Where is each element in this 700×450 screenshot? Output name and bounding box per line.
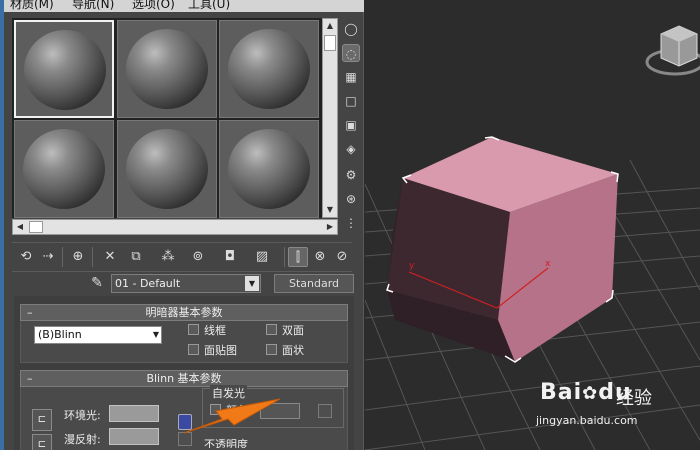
diffuse-label: 漫反射: [64,433,101,446]
ambient-color-swatch[interactable] [109,405,159,422]
wire-checkbox[interactable]: 线框 [188,324,226,338]
paw-icon: ✿ [582,383,599,404]
make-copy-icon[interactable]: ⧉ [126,247,146,267]
make-preview-icon[interactable]: ◈ [342,140,360,158]
sample-uv-tiling-icon[interactable]: □ [342,92,360,110]
faceted-checkbox[interactable]: 面状 [266,344,304,358]
menu-options[interactable]: 选项(O) [132,0,175,12]
sample-sphere [23,129,105,209]
menu-material[interactable]: 材质(M) [10,0,54,12]
show-end-result-icon[interactable]: ⫿ [288,247,308,267]
blinn-rollout-title: Blinn 基本参数 [146,372,222,385]
checkbox-box [188,324,199,335]
put-to-library-icon[interactable]: ⊚ [188,247,208,267]
video-color-check-icon[interactable]: ▣ [342,116,360,134]
sample-sphere [24,30,106,110]
baidu-jingyan-watermark: Bai✿du 经验 jingyan.baidu.com [536,380,690,440]
material-name-row: ✎ 01 - Default ▼ Standard [12,272,354,296]
sample-sphere [126,129,208,209]
orange-arrow-annotation [183,398,281,434]
checkbox-box [188,344,199,355]
toolbar-divider [284,247,285,267]
assign-to-scene-icon[interactable]: ⇢ [38,247,58,267]
eyedropper-icon[interactable]: ✎ [88,274,106,292]
material-slot-6[interactable] [219,120,319,218]
material-id-channel-icon[interactable]: ◘ [220,247,240,267]
make-unique-icon[interactable]: ⁂ [158,247,178,267]
select-by-material-icon[interactable]: ⊛ [342,190,360,208]
material-slot-4[interactable] [14,120,114,218]
material-slot-5[interactable] [117,120,217,218]
show-map-in-viewport-icon[interactable]: ▨ [252,247,272,267]
assign-to-selection-icon[interactable]: ⊕ [68,247,88,267]
app-window: 材质(M) 导航(N) 选项(O) 工具(U) ▲ ▼ ◀ ▶ ◯ ◌ ▦ □ … [0,0,700,450]
viewcube-icon [645,14,700,76]
shader-type-value: (B)Blinn [38,328,82,341]
backlight-icon[interactable]: ◌ [342,44,360,62]
toolbar-divider [92,247,93,267]
slots-vertical-scrollbar[interactable]: ▲ ▼ [322,18,338,218]
collapse-icon: – [27,306,33,319]
wire-label: 线框 [204,324,226,337]
shader-type-dropdown[interactable]: (B)Blinn ▼ [34,326,162,344]
sample-sphere [228,29,310,109]
go-to-parent-icon[interactable]: ⊗ [310,247,330,267]
material-slot-3[interactable] [219,20,319,118]
scroll-right-arrow-icon[interactable]: ▶ [323,220,337,234]
sample-sphere [228,129,310,209]
material-type-button[interactable]: Standard [274,274,354,293]
material-name-field[interactable]: 01 - Default ▼ [111,274,261,293]
menu-bar: 材质(M) 导航(N) 选项(O) 工具(U) [4,0,364,12]
material-slot-1[interactable] [14,20,114,118]
reset-map-icon[interactable]: ✕ [100,247,120,267]
face-map-label: 面贴图 [204,344,237,357]
get-material-icon[interactable]: ⟲ [16,247,36,267]
scroll-thumb[interactable] [324,35,336,51]
ambient-label: 环境光: [64,409,101,422]
material-slot-2[interactable] [117,20,217,118]
two-sided-checkbox[interactable]: 双面 [266,324,304,338]
slots-horizontal-scrollbar[interactable]: ◀ ▶ [12,219,338,235]
chevron-down-icon[interactable]: ▼ [245,276,259,291]
scroll-left-arrow-icon[interactable]: ◀ [13,220,27,234]
sample-slots-grid [12,18,322,218]
watermark-url: jingyan.baidu.com [536,414,638,427]
watermark-jingyan: 经验 [616,388,652,409]
checkbox-box [266,344,277,355]
two-sided-label: 双面 [282,324,304,337]
diffuse-lock-icon[interactable]: ⊏ [32,434,52,450]
background-checker-icon[interactable]: ▦ [342,68,360,86]
scroll-thumb[interactable] [29,221,43,233]
side-toolbar: ◯ ◌ ▦ □ ▣ ◈ ⚙ ⊛ ⋮ [340,18,362,238]
options-icon[interactable]: ⚙ [342,166,360,184]
shader-rollout-header[interactable]: – 明暗器基本参数 [20,304,348,321]
gizmo-x-axis-label: x [545,259,551,269]
menu-utilities[interactable]: 工具(U) [188,0,230,12]
faceted-label: 面状 [282,344,304,357]
face-map-checkbox[interactable]: 面贴图 [188,344,237,358]
sample-sphere [126,29,208,109]
scroll-up-arrow-icon[interactable]: ▲ [323,19,337,33]
scroll-down-arrow-icon[interactable]: ▼ [323,203,337,217]
material-name-text: 01 - Default [115,277,181,290]
menu-navigation[interactable]: 导航(N) [72,0,114,12]
material-toolbar: ⟲ ⇢ ⊕ ✕ ⧉ ⁂ ⊚ ◘ ▨ ⫿ ⊗ ⊘ [12,242,352,272]
toolbar-divider [62,247,63,267]
checkbox-box [266,324,277,335]
self-illum-map-button[interactable] [318,404,332,418]
material-editor-panel: 材质(M) 导航(N) 选项(O) 工具(U) ▲ ▼ ◀ ▶ ◯ ◌ ▦ □ … [0,0,364,450]
shader-rollout-title: 明暗器基本参数 [145,306,223,319]
gizmo-y-axis-label: y [409,261,415,271]
collapse-icon: – [27,372,33,385]
material-navigator-icon[interactable]: ⋮ [342,214,360,232]
diffuse-color-swatch[interactable] [109,428,159,445]
ambient-diffuse-lock-icon[interactable]: ⊏ [32,409,52,431]
window-frame [0,0,4,450]
chevron-down-icon: ▼ [152,330,159,339]
sample-type-icon[interactable]: ◯ [342,20,360,38]
go-forward-to-sibling-icon[interactable]: ⊘ [332,247,352,267]
